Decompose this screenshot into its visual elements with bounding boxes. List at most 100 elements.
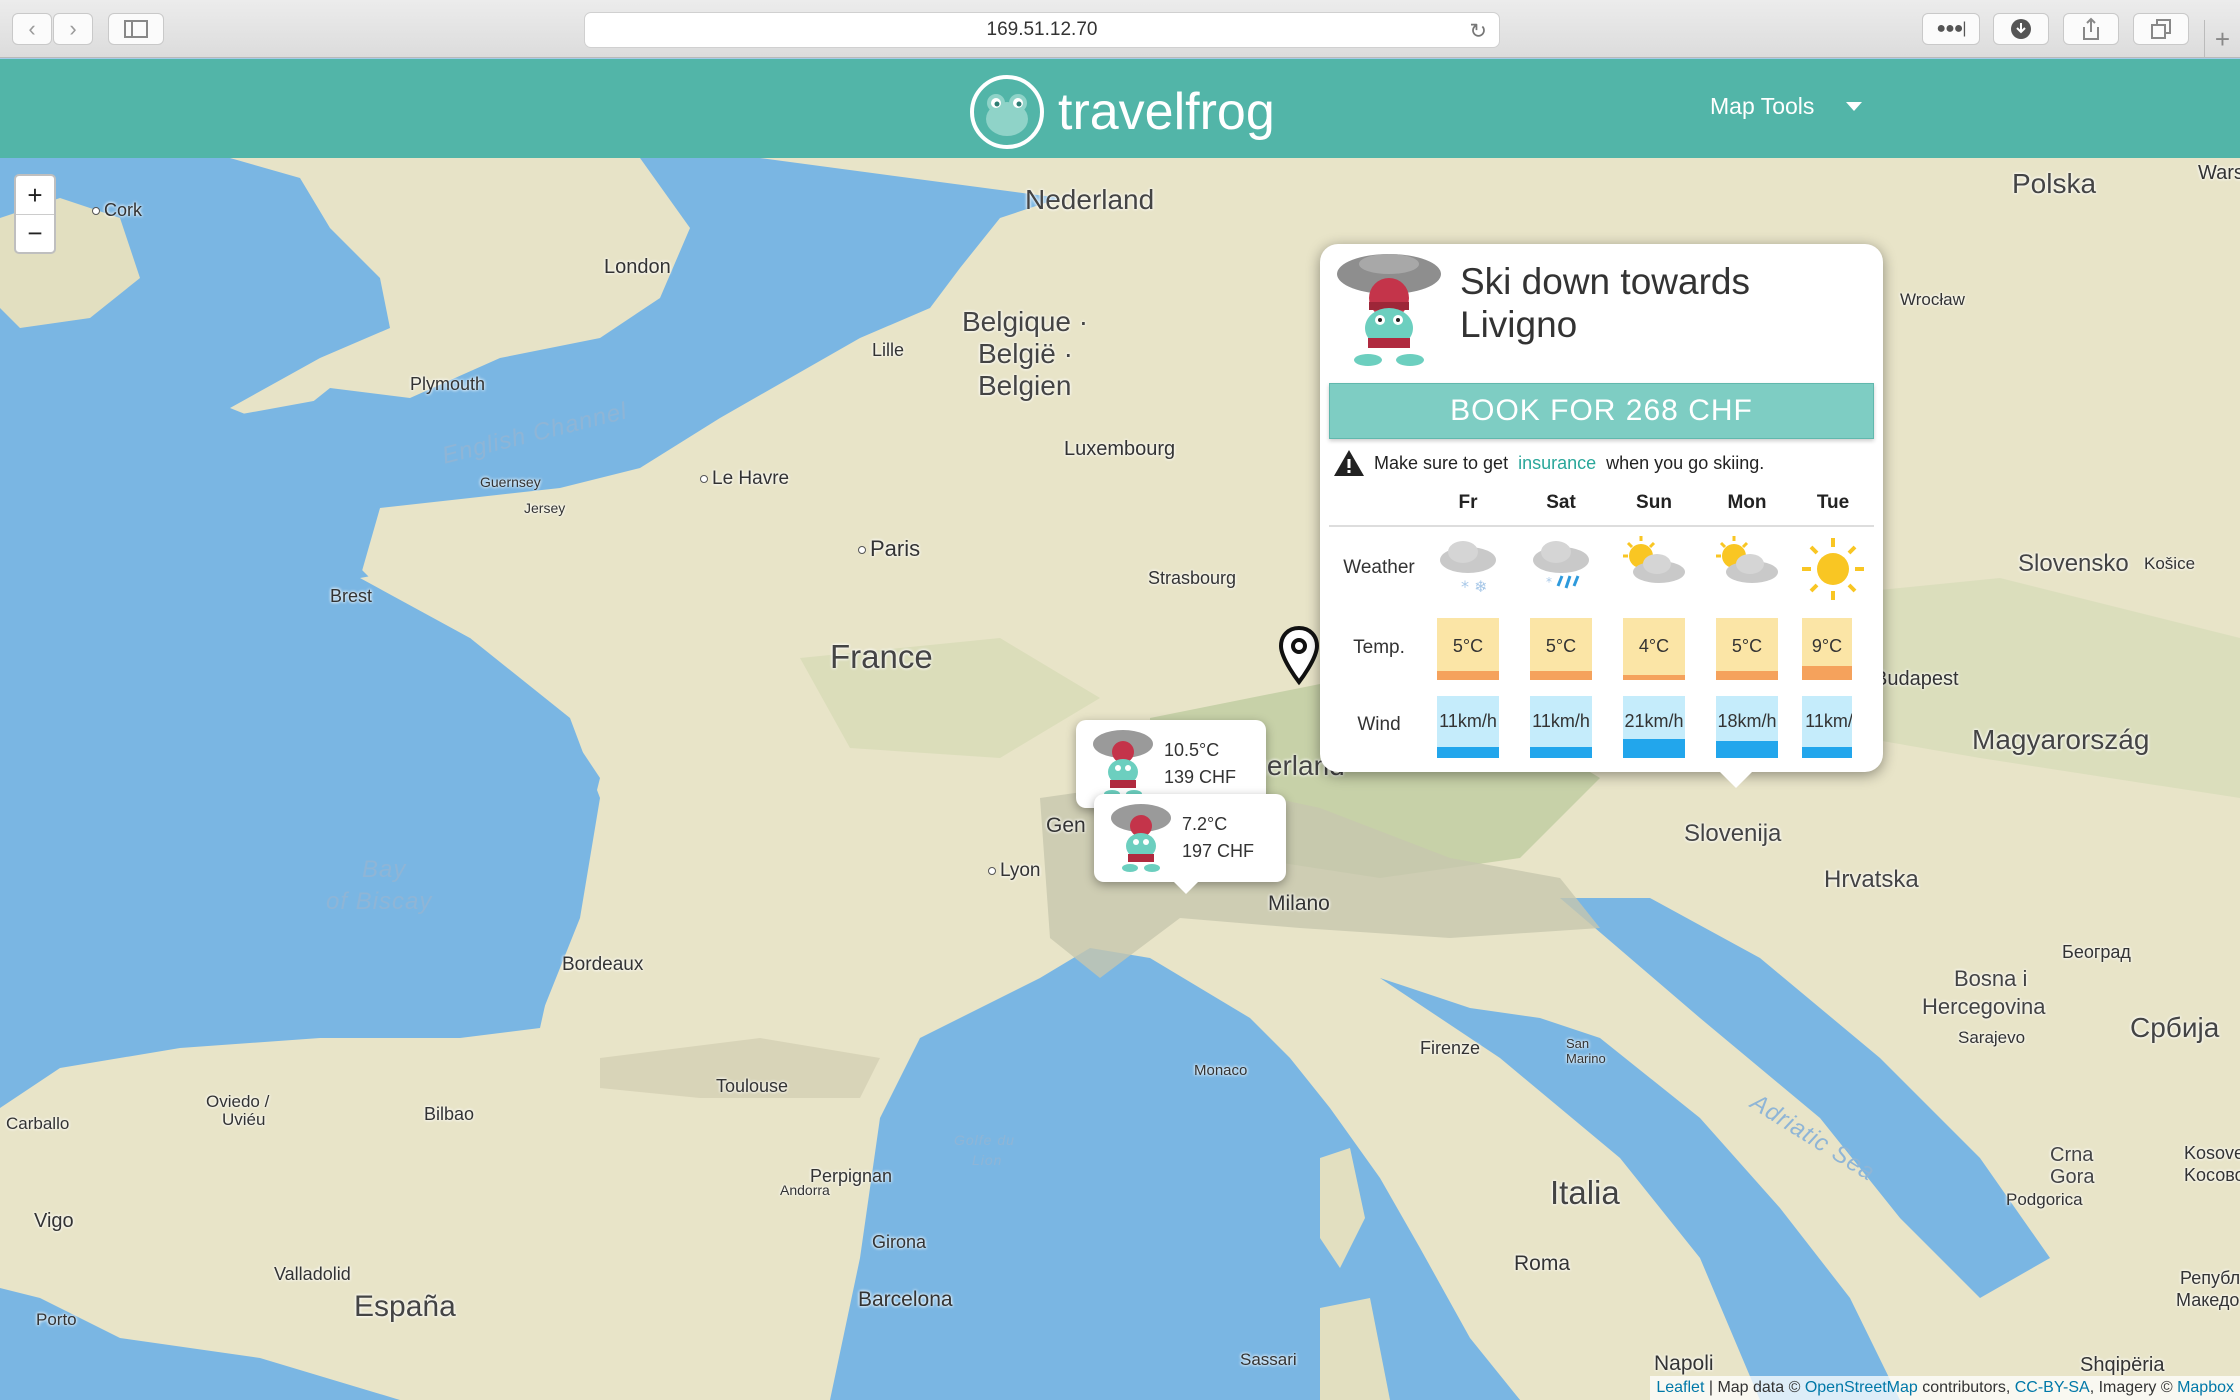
map-label-toulouse: Toulouse — [716, 1076, 789, 1096]
wind-cell: 11km/h — [1437, 696, 1499, 758]
map-label-belgien: Belgien — [978, 370, 1072, 401]
map-label-firenze: Firenze — [1420, 1038, 1481, 1058]
row-label-temp: Temp. — [1353, 637, 1405, 658]
attribution-text: | Map data © — [1704, 1379, 1805, 1396]
new-tab-button[interactable]: + — [2204, 20, 2240, 58]
app-header: travelfrog Map Tools — [0, 59, 2240, 158]
forward-button[interactable]: › — [53, 13, 93, 45]
map-label-carballo: Carballo — [6, 1114, 70, 1133]
map-label-luxembourg: Luxembourg — [1064, 438, 1176, 460]
map-label-valladolid: Valladolid — [274, 1264, 351, 1284]
temp-bar — [1716, 671, 1778, 680]
chevron-left-icon: ‹ — [28, 16, 36, 41]
forecast-day-header: Fr — [1458, 492, 1478, 513]
divider — [1329, 525, 1874, 527]
brand-logo[interactable]: travelfrog — [970, 75, 1275, 149]
frog-logo-icon — [970, 75, 1044, 149]
temp-value: 4°C — [1638, 635, 1670, 656]
sidebar-button[interactable] — [108, 13, 164, 45]
map-label-monaco: Monaco — [1194, 1062, 1248, 1079]
marker-popup[interactable]: 7.2°C 197 CHF — [1094, 794, 1286, 894]
partly-cloudy-icon — [1623, 536, 1685, 583]
marker-price: 139 CHF — [1164, 767, 1237, 787]
frog-skier-icon — [1111, 804, 1171, 872]
osm-link[interactable]: OpenStreetMap — [1805, 1379, 1918, 1396]
temp-bar — [1623, 675, 1685, 680]
map-label-espana: España — [354, 1290, 456, 1323]
download-icon — [2011, 19, 2031, 39]
popup-tip — [1174, 882, 1198, 894]
zoom-in-button[interactable]: + — [16, 176, 54, 214]
forecast-day-header: Sun — [1636, 492, 1672, 513]
downloads-button[interactable] — [1993, 13, 2049, 45]
map-label-bay: Bay — [362, 856, 407, 883]
map-label-brest: Brest — [330, 586, 373, 606]
map-label-hrvatska: Hrvatska — [1824, 866, 1919, 893]
wind-cell: 21km/h — [1623, 696, 1685, 758]
wind-bar — [1623, 739, 1685, 758]
map-label-italia: Italia — [1550, 1174, 1620, 1211]
map-label-belgique: Belgique · — [962, 306, 1089, 337]
map-label-napoli: Napoli — [1654, 1352, 1714, 1375]
map-label-andorra: Andorra — [780, 1182, 830, 1198]
map-label-cork: Cork — [92, 200, 142, 221]
temp-cell: 5°C — [1716, 618, 1778, 680]
wind-cell: 11km/h — [1530, 696, 1592, 758]
book-button[interactable]: BOOK FOR 268 CHF — [1329, 383, 1874, 439]
wind-bar — [1802, 747, 1852, 758]
insurance-link[interactable]: insurance — [1518, 453, 1596, 474]
insurance-notice: Make sure to get insurance when you go s… — [1332, 448, 1764, 478]
map-label-lion: Lion — [972, 1152, 1003, 1168]
wind-value: 11km/h — [1805, 710, 1852, 731]
leaflet-link[interactable]: Leaflet — [1656, 1379, 1704, 1396]
brand-name: travelfrog — [1058, 83, 1275, 141]
share-button[interactable] — [2063, 13, 2119, 45]
location-pin-icon[interactable] — [1278, 626, 1320, 686]
map-view[interactable]: Nederland Polska Wars London Cork Belgiq… — [0, 158, 2240, 1400]
wind-bar — [1437, 747, 1499, 758]
license-link[interactable]: CC-BY-SA — [2015, 1379, 2090, 1396]
map-label-budapest: Budapest — [1874, 668, 1959, 690]
trip-title-line: Livigno — [1460, 304, 1578, 345]
map-label-oviedo: Oviedo / — [206, 1092, 270, 1111]
marker-info: 7.2°C 197 CHF — [1182, 811, 1254, 865]
browser-toolbar: ‹ › 169.51.12.70 ↻ ●●●| + — [0, 0, 2240, 58]
zoom-out-button[interactable]: − — [16, 214, 54, 252]
share-icon — [2083, 17, 2099, 40]
map-label-jersey: Jersey — [524, 500, 566, 516]
svg-text:*: * — [1546, 575, 1552, 589]
map-label-porto: Porto — [36, 1310, 77, 1329]
map-label-polska: Polska — [2012, 168, 2097, 199]
row-label-weather: Weather — [1343, 557, 1415, 578]
marker-temp: 7.2°C — [1182, 814, 1228, 834]
map-label-crna-gora: Crna Gora — [2050, 1144, 2095, 1188]
temp-bar — [1530, 671, 1592, 680]
wind-bar — [1530, 747, 1592, 758]
map-attribution: Leaflet | Map data © OpenStreetMap contr… — [1650, 1376, 2240, 1400]
trip-title: Ski down towards Livigno — [1460, 260, 1750, 346]
address-bar[interactable]: 169.51.12.70 ↻ — [584, 12, 1500, 48]
map-label-sassari: Sassari — [1240, 1350, 1297, 1369]
wind-bar — [1716, 741, 1778, 758]
mapbox-link[interactable]: Mapbox — [2177, 1379, 2234, 1396]
map-label-kosice: Košice — [2144, 554, 2196, 573]
extensions-button[interactable]: ●●●| — [1922, 13, 1980, 45]
partly-cloudy-icon — [1716, 536, 1778, 583]
tabs-button[interactable] — [2133, 13, 2189, 45]
attribution-text: contributors, — [1917, 1379, 2015, 1396]
back-button[interactable]: ‹ — [12, 13, 52, 45]
map-label-lyon: Lyon — [988, 860, 1041, 882]
marker-price: 197 CHF — [1182, 841, 1255, 861]
forecast-day-header: Sat — [1546, 492, 1576, 513]
map-tools-menu[interactable]: Map Tools — [1710, 93, 1863, 120]
temp-cell: 5°C — [1437, 618, 1499, 680]
map-label-guernsey: Guernsey — [480, 474, 541, 490]
wind-value: 21km/h — [1624, 710, 1684, 731]
temp-bar — [1437, 671, 1499, 680]
map-label-hercegovina: Hercegovina — [1922, 994, 2046, 1019]
wind-value: 18km/h — [1717, 710, 1777, 731]
map-label-shqiperia: Shqipëria — [2080, 1354, 2165, 1376]
map-label-vigo: Vigo — [34, 1210, 74, 1232]
map-label-bilbao: Bilbao — [424, 1104, 475, 1124]
reload-icon[interactable]: ↻ — [1469, 19, 1487, 44]
